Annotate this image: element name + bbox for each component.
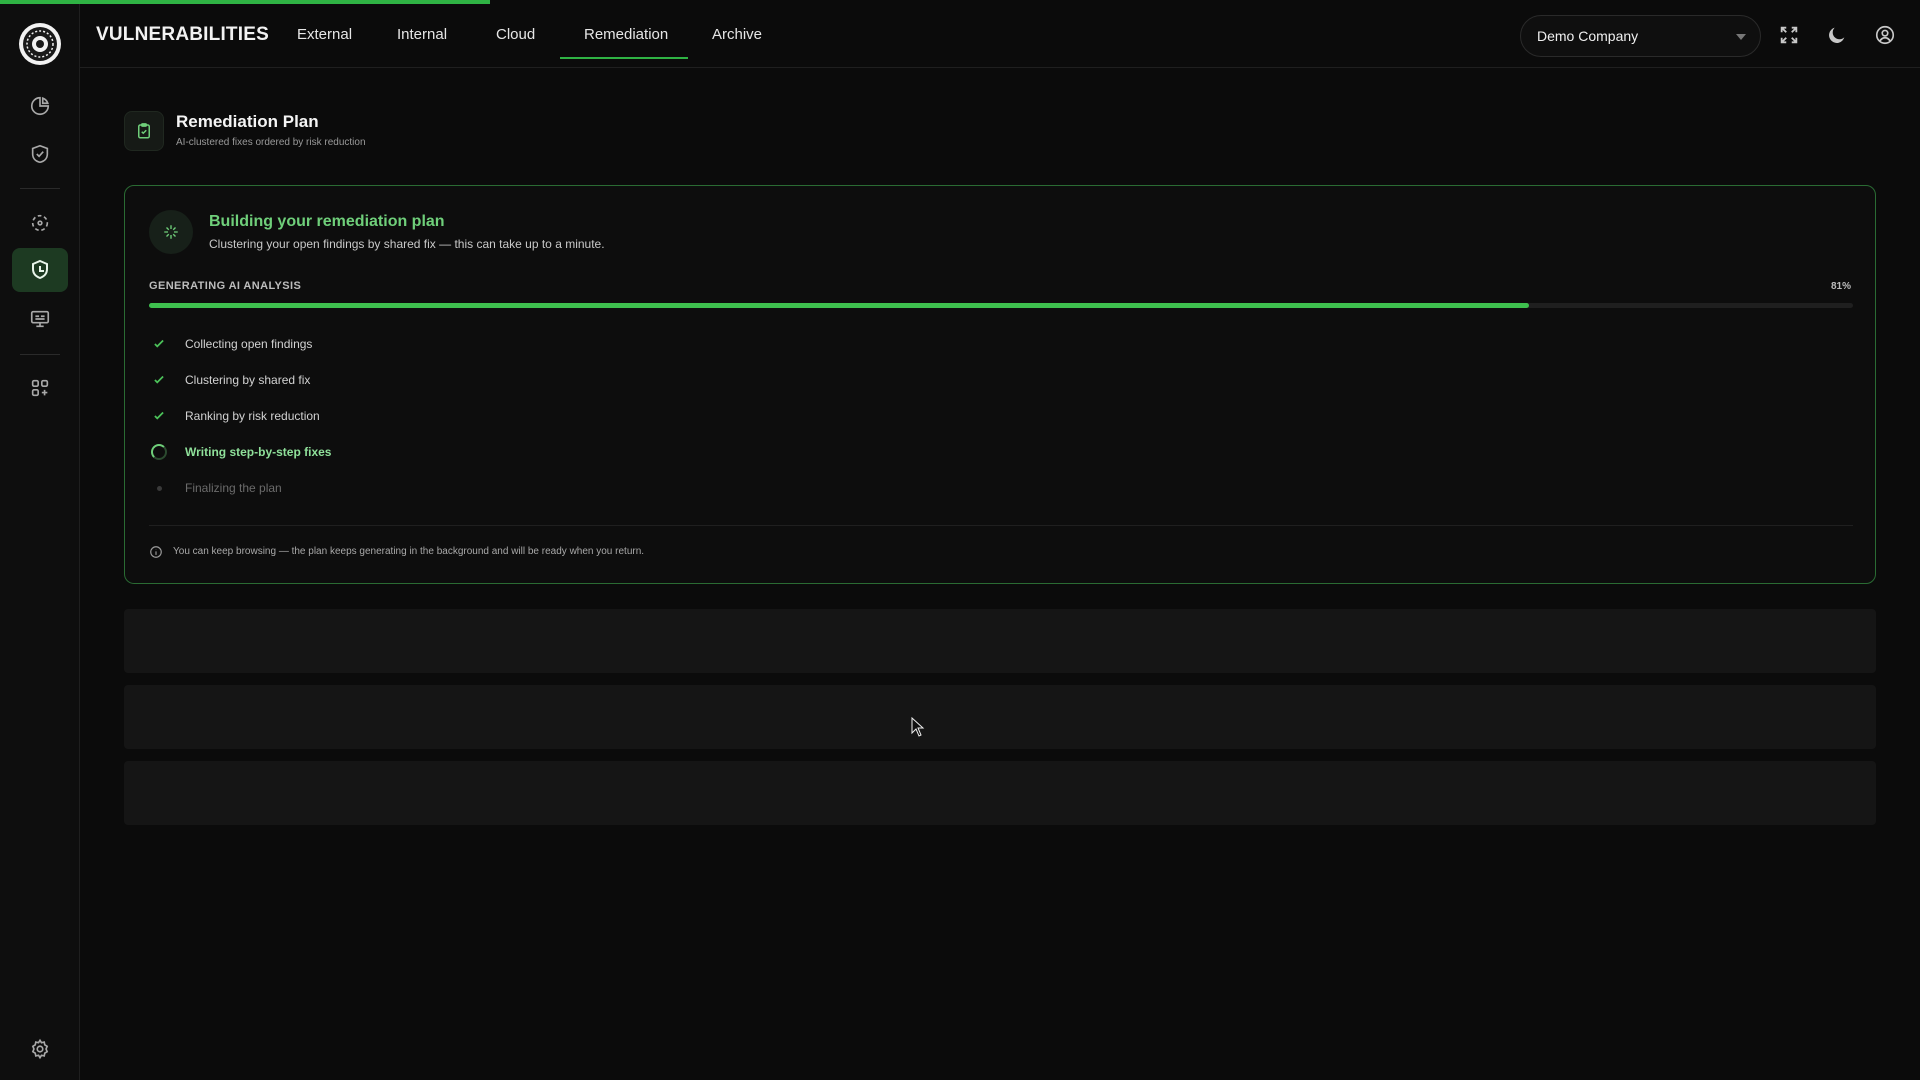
clipboard-check-icon	[138, 123, 150, 139]
sidebar-item-monitor[interactable]	[12, 297, 68, 341]
tab-remediation[interactable]: Remediation	[584, 26, 668, 43]
sidebar-item-apps[interactable]	[12, 366, 68, 410]
page-loading-bar	[0, 0, 490, 4]
page-subtitle: AI-clustered fixes ordered by risk reduc…	[176, 137, 366, 148]
target-scan-icon	[31, 214, 49, 232]
card-divider	[149, 525, 1853, 526]
app-logo[interactable]	[19, 23, 61, 65]
check-icon	[149, 406, 169, 426]
tab-cloud[interactable]: Cloud	[496, 26, 535, 43]
fullscreen-button[interactable]	[1778, 24, 1800, 46]
account-button[interactable]	[1874, 24, 1896, 46]
pie-chart-icon	[30, 96, 50, 116]
step-label: Writing step-by-step fixes	[185, 445, 332, 459]
check-icon	[149, 370, 169, 390]
chevron-down-icon	[1736, 34, 1746, 40]
gear-icon	[31, 1038, 49, 1060]
shield-hand-icon	[32, 259, 48, 280]
logo-icon	[23, 27, 57, 61]
company-select-value: Demo Company	[1537, 28, 1639, 44]
sidebar-item-attack-surface[interactable]	[12, 201, 68, 245]
tab-archive[interactable]: Archive	[712, 26, 762, 43]
info-icon	[149, 545, 163, 559]
check-icon	[149, 334, 169, 354]
step-label: Collecting open findings	[185, 337, 313, 351]
moon-icon	[1829, 27, 1845, 43]
apps-add-icon	[31, 379, 49, 397]
tab-internal[interactable]: Internal	[397, 26, 447, 43]
tab-external[interactable]: External	[297, 26, 352, 43]
plan-generation-card: Building your remediation plan Clusterin…	[124, 185, 1876, 584]
sidebar-divider	[20, 354, 60, 355]
shield-check-icon	[31, 144, 49, 164]
progress-percent: 81%	[1830, 281, 1851, 292]
background-note: You can keep browsing — the plan keeps g…	[173, 546, 645, 557]
page-icon	[124, 111, 164, 151]
card-subtitle: Clustering your open findings by shared …	[209, 237, 605, 251]
app-title: VULNERABILITIES	[96, 24, 269, 45]
sidebar-item-settings[interactable]	[12, 1027, 68, 1071]
monitor-icon	[30, 310, 50, 328]
progress-label: GENERATING AI ANALYSIS	[149, 280, 302, 292]
sidebar-item-vulnerabilities[interactable]	[12, 132, 68, 176]
skeleton-row	[124, 609, 1876, 673]
progress-bar-fill	[149, 303, 1530, 308]
page-title: Remediation Plan	[176, 112, 319, 131]
step-label: Clustering by shared fix	[185, 373, 311, 387]
sidebar-item-dashboard[interactable]	[12, 84, 68, 128]
sparkle-icon	[164, 225, 178, 239]
card-icon	[149, 210, 193, 254]
active-tab-indicator	[560, 57, 688, 59]
top-header: VULNERABILITIES External Internal Cloud …	[80, 0, 1920, 68]
fullscreen-icon	[1780, 26, 1798, 44]
card-title: Building your remediation plan	[209, 213, 445, 230]
theme-toggle-button[interactable]	[1826, 24, 1848, 46]
spinner-icon	[149, 442, 169, 462]
pending-dot-icon	[149, 478, 169, 498]
skeleton-row	[124, 761, 1876, 825]
company-select[interactable]: Demo Company	[1520, 15, 1761, 57]
mouse-cursor-icon	[911, 717, 925, 737]
sidebar-item-remediation[interactable]	[12, 248, 68, 292]
user-circle-icon	[1875, 25, 1895, 45]
skeleton-row	[124, 685, 1876, 749]
progress-bar	[149, 303, 1853, 308]
sidebar	[0, 0, 80, 1080]
step-label: Ranking by risk reduction	[185, 409, 320, 423]
step-label: Finalizing the plan	[185, 481, 282, 495]
sidebar-divider	[20, 188, 60, 189]
